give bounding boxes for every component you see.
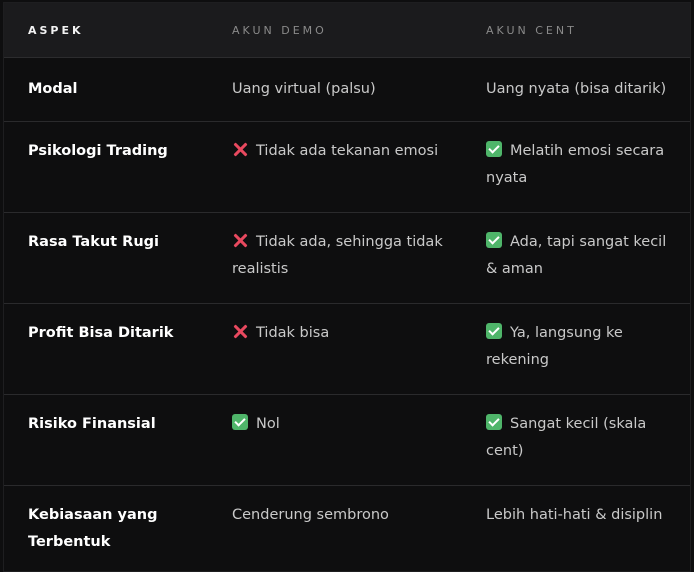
row-demo-value: Tidak ada tekanan emosi [232,138,462,165]
row-cent-value: Uang nyata (bisa ditarik) [486,81,667,97]
header-aspek: ASPEK [28,23,84,37]
row-cent-value: Lebih hati-hati & disiplin [486,507,663,523]
row-demo-value: Cenderung sembrono [232,507,389,523]
table-row: Profit Bisa Ditarik Tidak bisa Ya, langs… [4,304,690,395]
check-icon [486,323,502,339]
row-cent-value: Ya, langsung ke rekening [486,323,623,368]
table-row: Modal Uang virtual (palsu) Uang nyata (b… [4,58,690,122]
table-row: Psikologi Trading Tidak ada tekanan emos… [4,122,690,213]
cross-icon [232,323,248,339]
header-akun-cent: AKUN CENT [486,23,577,37]
check-icon [486,141,502,157]
comparison-table: ASPEK AKUN DEMO AKUN CENT Modal Uang vir… [3,2,691,572]
row-aspek-label: Rasa Takut Rugi [28,234,160,250]
row-aspek-label: Modal [28,81,78,97]
check-icon [486,232,502,248]
row-cent-value: Melatih emosi secara nyata [486,141,665,186]
table-header: ASPEK AKUN DEMO AKUN CENT [4,3,690,58]
row-demo-value: Tidak ada, sehingga tidak realistis [232,232,443,277]
row-demo-value: Nol [232,411,462,438]
table-row: Kebiasaan yang Terbentuk Cenderung sembr… [4,486,690,572]
row-aspek-label: Risiko Finansial [28,416,156,432]
row-cent-value: Sangat kecil (skala cent) [486,414,647,459]
row-demo-value: Uang virtual (palsu) [232,81,376,97]
row-demo-value: Tidak bisa [232,320,462,347]
check-icon [232,414,248,430]
check-icon [486,414,502,430]
table-row: Rasa Takut Rugi Tidak ada, sehingga tida… [4,213,690,304]
row-aspek-label: Kebiasaan yang Terbentuk [28,507,158,550]
header-akun-demo: AKUN DEMO [232,23,327,37]
cross-icon [232,141,248,157]
table-row: Risiko Finansial Nol Sangat kecil (skala… [4,395,690,486]
row-aspek-label: Profit Bisa Ditarik [28,325,174,341]
cross-icon [232,232,248,248]
row-cent-value: Ada, tapi sangat kecil & aman [486,232,667,277]
row-aspek-label: Psikologi Trading [28,143,168,159]
